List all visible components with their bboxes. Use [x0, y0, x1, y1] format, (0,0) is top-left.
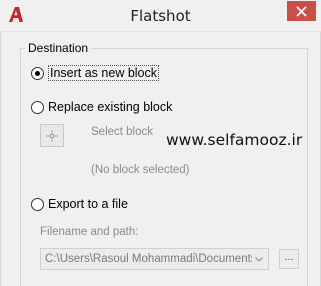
radio-indicator	[31, 197, 44, 211]
insert-new-block-radio[interactable]: Insert as new block	[31, 65, 159, 81]
chevron-down-icon[interactable]	[252, 250, 266, 268]
export-to-file-label: Export to a file	[48, 197, 128, 211]
filename-label: Filename and path:	[40, 226, 139, 238]
crosshair-icon	[46, 129, 58, 142]
browse-button[interactable]: ...	[279, 249, 299, 269]
export-to-file-radio[interactable]: Export to a file	[31, 197, 128, 211]
radio-indicator	[31, 100, 44, 114]
radio-indicator	[31, 66, 44, 80]
no-block-selected-text: (No block selected)	[91, 164, 190, 176]
replace-existing-block-radio[interactable]: Replace existing block	[31, 100, 172, 114]
filename-path-value: C:\Users\Rasoul Mohammadi\Documents\n	[45, 253, 267, 265]
close-button[interactable]	[287, 1, 316, 21]
watermark-text: www.selfamooz.ir	[166, 131, 303, 149]
select-block-button[interactable]	[40, 124, 64, 147]
title-bar: Flatshot	[0, 0, 321, 32]
destination-legend: Destination	[25, 41, 92, 55]
window-title: Flatshot	[130, 7, 191, 25]
replace-existing-block-label: Replace existing block	[48, 100, 173, 114]
close-icon	[296, 5, 307, 17]
select-block-label: Select block	[91, 126, 154, 138]
insert-new-block-label: Insert as new block	[48, 65, 159, 81]
filename-path-combobox[interactable]: C:\Users\Rasoul Mohammadi\Documents\n	[40, 248, 269, 270]
